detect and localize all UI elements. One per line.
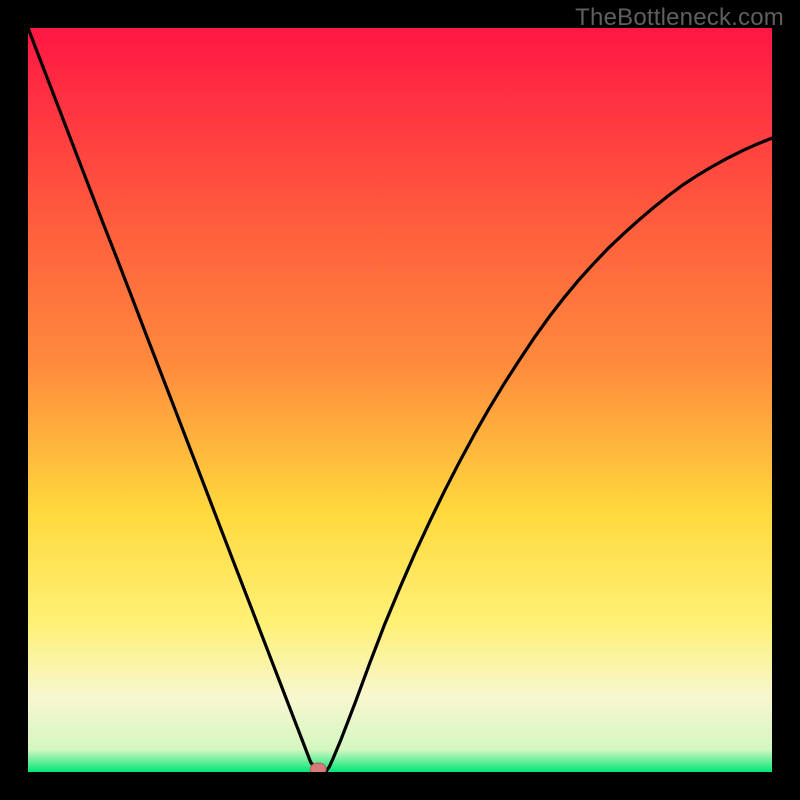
watermark-text: TheBottleneck.com	[575, 4, 784, 32]
bottleneck-chart	[28, 28, 772, 772]
gradient-background	[28, 28, 772, 772]
chart-frame: TheBottleneck.com	[0, 0, 800, 800]
plot-area	[28, 28, 772, 772]
optimum-marker	[310, 763, 326, 772]
